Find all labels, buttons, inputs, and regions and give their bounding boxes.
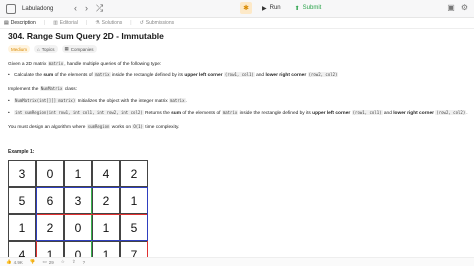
upload-icon: ⬆ — [294, 5, 300, 12]
shuffle-icon[interactable]: ⤮ — [96, 3, 103, 14]
list-item: int sumRegion(int row1, int col1, int ro… — [8, 109, 470, 118]
prev-problem-icon[interactable]: ‹ — [74, 3, 77, 14]
comment-icon: ▭ — [42, 259, 47, 264]
list-item: NumMatrix(int[][] matrix) Initializes th… — [8, 98, 470, 106]
problem-intro: Given a 2D matrix matrix, handle multipl… — [8, 61, 162, 67]
matrix-cell: 0 — [36, 160, 64, 187]
matrix-cell: 5 — [8, 187, 36, 214]
layout-icon[interactable]: ▣ — [447, 3, 455, 12]
bottom-action-bar: 👍 4.9K 👎 ▭ 29 ☆ ⇪ ? — [0, 257, 474, 266]
dislike-button[interactable]: 👎 — [30, 259, 36, 265]
matrix-cell: 1 — [8, 214, 36, 241]
play-icon: ▶ — [262, 5, 267, 12]
page-title: 304. Range Sum Query 2D - Immutable — [8, 31, 164, 41]
matrix-cell: 2 — [120, 160, 148, 187]
design-requirement: You must design an algorithm where sumRe… — [8, 124, 180, 130]
matrix-cell: 3 — [8, 160, 36, 187]
thumbs-up-icon: 👍 — [6, 259, 12, 264]
thumbs-down-icon: 👎 — [29, 259, 36, 264]
query-list: Calculate the sum of the elements of mat… — [8, 72, 339, 80]
right-tools: ▣ ⚙ — [447, 3, 468, 12]
flask-icon: ⚗ — [95, 20, 100, 26]
help-button[interactable]: ? — [83, 260, 86, 265]
difficulty-badge[interactable]: Medium — [8, 45, 31, 53]
submit-button[interactable]: ⬆ Submit — [291, 4, 326, 13]
problem-tags: Medium ⌂ Topics ▦ Companies — [8, 45, 468, 53]
blue-region-outline — [36, 187, 148, 241]
logo-icon — [6, 3, 16, 14]
example-title: Example 1: — [8, 149, 35, 155]
tab-solutions[interactable]: ⚗ Solutions — [95, 20, 122, 26]
implement-text: Implement the NumMatrix class: — [8, 86, 78, 92]
next-problem-icon[interactable]: › — [85, 3, 88, 14]
topics-tag[interactable]: ⌂ Topics — [34, 45, 58, 53]
settings-icon[interactable]: ⚙ — [461, 3, 468, 12]
matrix-cell: 1 — [64, 160, 92, 187]
share-icon: ⇪ — [71, 259, 76, 264]
debug-button[interactable]: ✱ — [240, 2, 252, 14]
share-button[interactable]: ⇪ — [72, 259, 76, 265]
tab-submissions[interactable]: ↺ Submissions — [140, 20, 175, 26]
document-icon: ▤ — [4, 20, 9, 26]
top-toolbar: Labuladong ‹ › ⤮ ✱ ▶ Run ⬆ Submit ▣ ⚙ — [0, 0, 474, 18]
problem-nav: ‹ › ⤮ — [74, 3, 103, 14]
list-item: Calculate the sum of the elements of mat… — [8, 72, 339, 80]
run-button[interactable]: ▶ Run — [258, 4, 285, 13]
favorite-button[interactable]: ☆ — [61, 259, 65, 265]
book-icon: ▥ — [53, 20, 58, 26]
method-list: NumMatrix(int[][] matrix) Initializes th… — [8, 98, 470, 117]
building-icon: ▦ — [64, 46, 69, 51]
problem-tabs: ▤ Description | ▥ Editorial | ⚗ Solution… — [0, 18, 474, 29]
brand-name[interactable]: Labuladong — [22, 6, 53, 12]
like-button[interactable]: 👍 4.9K — [6, 259, 23, 265]
tab-editorial[interactable]: ▥ Editorial — [53, 20, 78, 26]
tag-icon: ⌂ — [37, 46, 40, 52]
tab-description[interactable]: ▤ Description — [4, 20, 36, 26]
help-icon: ? — [82, 259, 86, 265]
problem-header: 304. Range Sum Query 2D - Immutable Medi… — [8, 31, 468, 53]
comments-button[interactable]: ▭ 29 — [42, 259, 53, 265]
example-matrix-figure: 30142563211201541017 — [8, 160, 148, 266]
run-controls: ✱ ▶ Run ⬆ Submit — [240, 2, 325, 14]
matrix-cell: 4 — [92, 160, 120, 187]
history-icon: ↺ — [139, 20, 144, 26]
star-icon: ☆ — [60, 259, 65, 264]
companies-tag[interactable]: ▦ Companies — [61, 45, 97, 53]
